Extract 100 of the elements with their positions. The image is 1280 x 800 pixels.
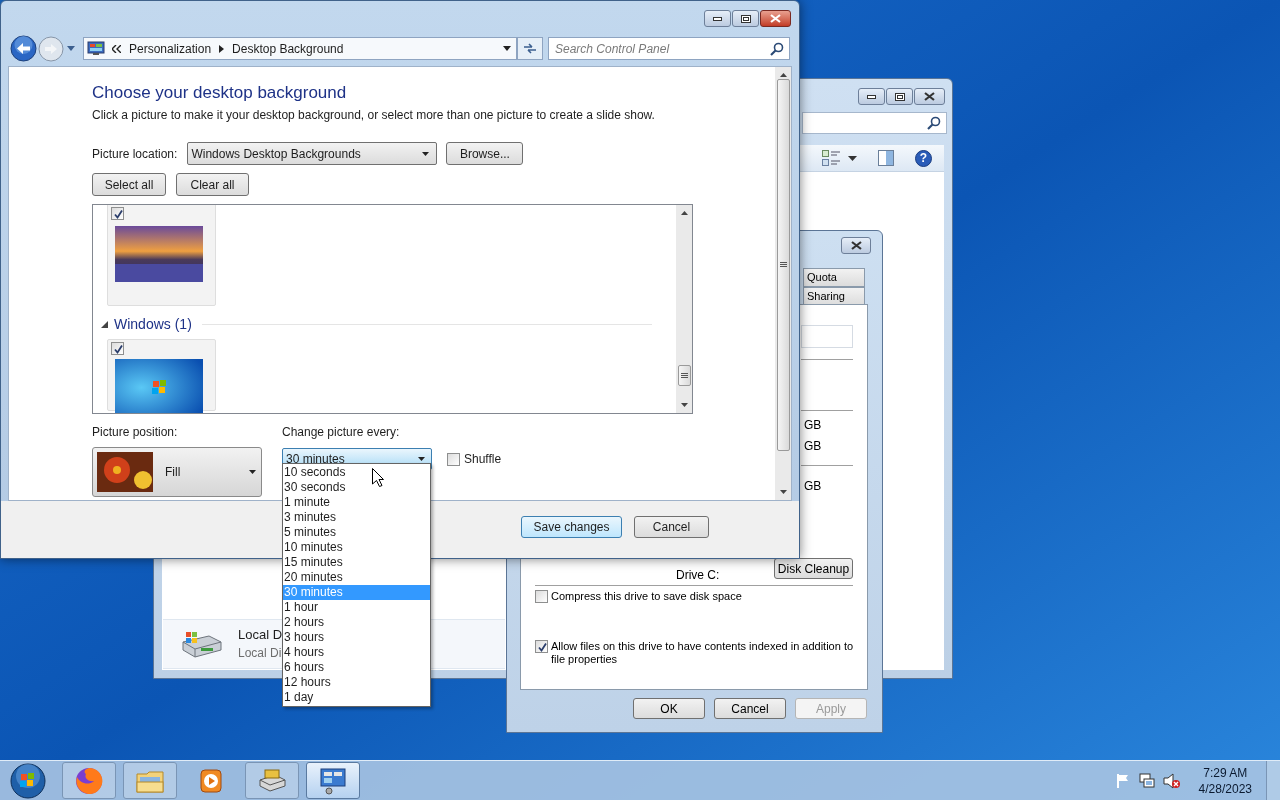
scroll-up-arrow-icon[interactable] <box>779 73 787 77</box>
dropdown-option[interactable]: 3 hours <box>283 630 430 645</box>
dropdown-option[interactable]: 1 hour <box>283 600 430 615</box>
dropdown-option[interactable]: 30 seconds <box>283 480 430 495</box>
picture-position-dropdown[interactable]: Fill <box>92 447 262 497</box>
close-button[interactable] <box>760 10 791 27</box>
picture-location-label: Picture location: <box>92 145 178 163</box>
minimize-icon <box>713 16 722 21</box>
dropdown-option[interactable]: 4 hours <box>283 645 430 660</box>
collapse-triangle-icon[interactable] <box>101 320 108 328</box>
flower-photo-placeholder <box>97 452 153 492</box>
drive-description: Local Di <box>238 645 283 662</box>
scrollbar[interactable] <box>775 67 791 500</box>
refresh-button[interactable] <box>517 37 543 60</box>
breadcrumb-link[interactable]: Desktop Background <box>232 39 344 58</box>
minimize-icon <box>867 94 876 99</box>
checkbox[interactable] <box>111 342 124 355</box>
dropdown-option[interactable]: 6 hours <box>283 660 430 675</box>
shuffle-checkbox[interactable] <box>447 452 460 466</box>
close-button[interactable] <box>914 88 945 105</box>
minimize-button[interactable] <box>704 10 731 27</box>
scrollbar[interactable] <box>676 205 692 413</box>
description-text: Click a picture to make it your desktop background, or select more than one picture to create a slide show. <box>92 108 655 123</box>
checkbox-label: Compress this drive to save disk space <box>551 590 742 603</box>
dropdown-option[interactable]: 1 day <box>283 690 430 705</box>
dropdown-option[interactable]: 3 minutes <box>283 510 430 525</box>
dropdown-option[interactable]: 15 minutes <box>283 555 430 570</box>
clock-date[interactable]: 4/28/2023 <box>1198 780 1252 797</box>
close-icon <box>770 14 781 23</box>
maximize-button[interactable] <box>886 88 913 105</box>
drive-name: Local D <box>238 626 283 644</box>
select-all-button[interactable]: Select all <box>92 173 166 196</box>
hard-drive-icon <box>179 630 223 658</box>
scroll-up-arrow-icon[interactable] <box>680 211 688 215</box>
dropdown-option[interactable]: 12 hours <box>283 675 430 690</box>
scrollbar-thumb[interactable] <box>776 79 790 451</box>
drive-label: Drive C: <box>676 567 720 584</box>
taskbar-button[interactable] <box>306 762 360 799</box>
picture-position-label: Picture position: <box>92 425 178 440</box>
scrollbar-thumb[interactable] <box>677 365 691 386</box>
caret-icon <box>422 151 430 156</box>
scroll-down-arrow-icon[interactable] <box>680 403 688 407</box>
size-unit: GB <box>804 418 822 433</box>
taskbar-button[interactable] <box>62 762 116 799</box>
volume-muted-icon[interactable] <box>1162 772 1181 789</box>
taskbar-button[interactable] <box>245 762 299 799</box>
disk-cleanup-button[interactable]: Disk Cleanup <box>774 558 853 579</box>
dialog-button[interactable]: Cancel <box>714 698 786 719</box>
checkbox-label: Allow files on this drive to have contents indexed in addition to file properties <box>551 640 855 666</box>
browse-button[interactable]: Browse... <box>446 142 524 165</box>
clock-time[interactable]: 7:29 AM <box>1203 764 1248 781</box>
change-interval-label: Change picture every: <box>282 425 400 440</box>
breadcrumb-arrow-icon[interactable] <box>219 44 225 53</box>
search-field[interactable]: Search Control Panel <box>548 37 790 60</box>
help-button[interactable]: ? <box>915 149 932 167</box>
search-icon <box>770 42 784 56</box>
checkbox[interactable] <box>535 640 548 653</box>
maximize-button[interactable] <box>732 10 759 27</box>
shuffle-label: Shuffle <box>464 451 502 468</box>
text-field[interactable] <box>801 325 853 348</box>
dropdown-option[interactable]: 20 minutes <box>283 570 430 585</box>
scroll-down-arrow-icon[interactable] <box>779 490 787 494</box>
caret-icon <box>418 457 425 461</box>
tab[interactable]: Quota <box>803 268 865 287</box>
checkbox[interactable] <box>535 590 548 603</box>
clear-all-button[interactable]: Clear all <box>176 173 249 196</box>
dropdown-option[interactable]: 5 minutes <box>283 525 430 540</box>
group-header: Windows (1) <box>114 315 192 333</box>
picture-tile[interactable] <box>107 339 216 411</box>
back-button[interactable] <box>10 35 37 62</box>
network-icon[interactable] <box>1138 772 1155 789</box>
picture-location-dropdown[interactable]: Windows Desktop Backgrounds <box>187 142 438 165</box>
breadcrumb-link[interactable]: Personalization <box>129 39 212 58</box>
address-dropdown-icon[interactable] <box>503 46 511 51</box>
dropdown-option[interactable]: 2 hours <box>283 615 430 630</box>
caret-icon <box>249 470 256 474</box>
start-button[interactable] <box>8 761 48 800</box>
control-panel-icon <box>318 765 348 796</box>
dialog-button[interactable]: OK <box>633 698 705 719</box>
dropdown-caret-icon[interactable] <box>848 155 857 161</box>
page-heading: Choose your desktop background <box>92 83 347 103</box>
dropdown-option[interactable]: 1 minute <box>283 495 430 510</box>
save-changes-button[interactable]: Save changes <box>521 516 622 538</box>
history-dropdown-icon[interactable] <box>67 46 75 51</box>
search-field[interactable] <box>802 112 947 134</box>
close-button[interactable] <box>841 237 871 254</box>
maximize-icon <box>894 92 905 101</box>
preview-pane-icon[interactable] <box>878 150 894 166</box>
dropdown-option[interactable]: 10 minutes <box>283 540 430 555</box>
refresh-icon <box>523 42 537 55</box>
control-panel-icon <box>87 41 105 56</box>
checkbox[interactable] <box>111 207 124 220</box>
maximize-icon <box>740 14 751 23</box>
mouse-pointer-icon <box>372 468 384 487</box>
address-bar[interactable]: Personalization Desktop Background <box>83 37 517 60</box>
minimize-button[interactable] <box>858 88 885 105</box>
cancel-button[interactable]: Cancel <box>634 516 709 538</box>
picture-tile[interactable] <box>107 205 216 306</box>
size-unit: GB <box>804 479 822 494</box>
view-options-icon[interactable] <box>822 150 840 166</box>
